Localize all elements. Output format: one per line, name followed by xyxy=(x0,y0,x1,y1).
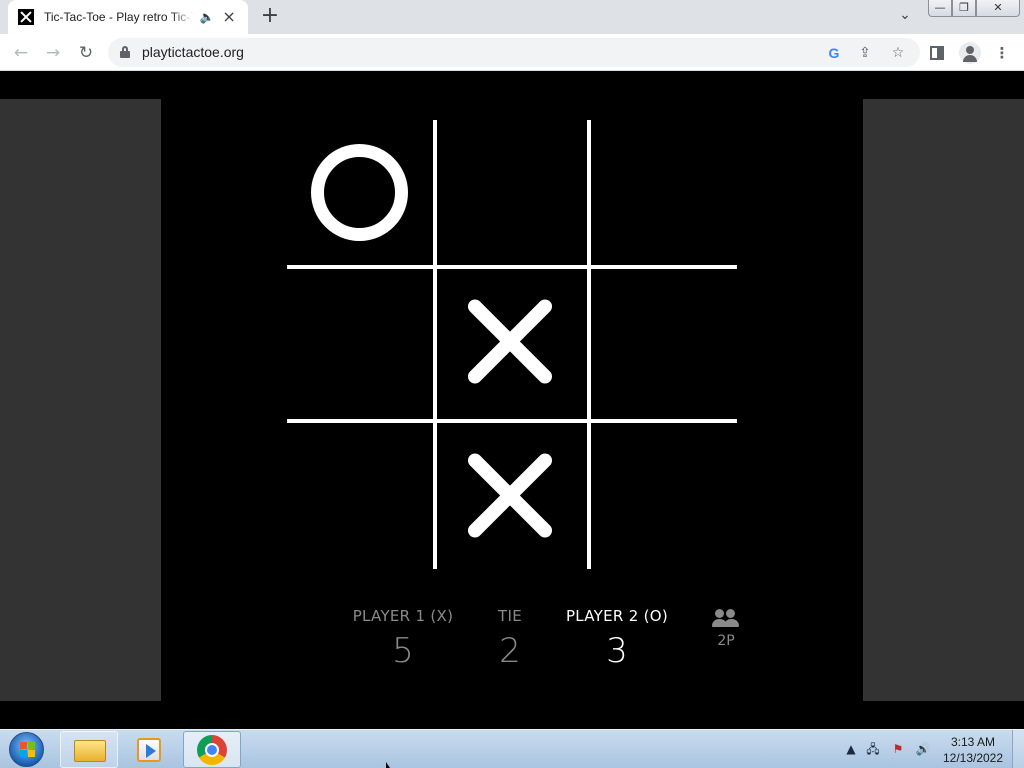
restore-button[interactable]: ❐ xyxy=(952,0,976,17)
board-cell-0-0[interactable] xyxy=(287,120,432,265)
tic-tac-toe-favicon-icon xyxy=(18,9,34,25)
volume-icon[interactable]: 🔊 xyxy=(914,740,932,758)
player1-value: 5 xyxy=(392,631,414,671)
speaker-icon[interactable]: 🔈 xyxy=(198,10,216,24)
folder-icon xyxy=(74,740,106,762)
game-page: PLAYER 1 (X) 5 TIE 2 PLAYER 2 (O) 3 2P xyxy=(0,71,1024,729)
player1-score[interactable]: PLAYER 1 (X) 5 xyxy=(350,607,456,671)
windows-taskbar: ▲ 🖧 ⚑ 🔊 3:13 AM 12/13/2022 xyxy=(0,729,1024,768)
tie-value: 2 xyxy=(499,631,521,671)
board-cell-2-2[interactable] xyxy=(591,423,736,568)
network-icon[interactable]: 🖧 xyxy=(864,740,882,758)
windows-orb-icon[interactable] xyxy=(9,732,44,767)
side-panel-icon[interactable] xyxy=(926,42,948,64)
x-mark-icon xyxy=(459,291,560,392)
taskbar-file-explorer[interactable] xyxy=(60,731,118,768)
tic-tac-toe-board xyxy=(287,120,737,569)
tie-label: TIE xyxy=(498,607,522,625)
board-cell-0-1[interactable] xyxy=(437,120,582,265)
minimize-button[interactable]: — xyxy=(928,0,952,17)
x-mark-icon xyxy=(459,445,560,546)
clock-date: 12/13/2022 xyxy=(942,751,1004,765)
start-button[interactable] xyxy=(4,731,50,768)
player2-label: PLAYER 2 (O) xyxy=(565,607,669,625)
media-player-icon xyxy=(137,738,161,762)
game-mode-label[interactable]: 2P xyxy=(708,633,744,649)
close-window-button[interactable]: ✕ xyxy=(976,0,1020,17)
action-center-flag-icon[interactable]: ⚑ xyxy=(889,740,907,758)
tab-search-chevron-icon[interactable]: ⌄ xyxy=(894,7,916,27)
address-bar[interactable]: playtictactoe.org G ⇪ ☆ xyxy=(108,38,920,67)
tab-title: Tic-Tac-Toe - Play retro Tic-Tac-Toe onl… xyxy=(44,10,195,24)
two-players-icon[interactable] xyxy=(712,607,740,629)
chrome-icon xyxy=(197,735,227,765)
player2-score[interactable]: PLAYER 2 (O) 3 xyxy=(562,607,672,671)
board-cell-1-2[interactable] xyxy=(591,269,736,414)
board-cell-2-0[interactable] xyxy=(287,423,432,568)
reload-icon[interactable]: ↻ xyxy=(73,40,99,66)
browser-toolbar: ← → ↻ playtictactoe.org G ⇪ ☆ ⋮ xyxy=(0,34,1024,71)
o-mark-icon xyxy=(311,144,408,241)
game-mode-toggle[interactable]: 2P xyxy=(708,607,744,649)
player2-value: 3 xyxy=(606,631,628,671)
lock-icon[interactable] xyxy=(120,46,130,58)
board-cell-1-0[interactable] xyxy=(287,269,432,414)
forward-arrow-icon[interactable]: → xyxy=(40,40,66,66)
mouse-cursor-icon xyxy=(386,762,390,768)
window-controls: — ❐ ✕ xyxy=(928,0,1020,17)
tie-score: TIE 2 xyxy=(490,607,530,671)
menu-kebab-icon[interactable]: ⋮ xyxy=(991,42,1013,64)
clock-time: 3:13 AM xyxy=(950,735,996,749)
board-cell-2-1[interactable] xyxy=(437,423,582,568)
back-arrow-icon[interactable]: ← xyxy=(8,40,34,66)
share-icon[interactable]: ⇪ xyxy=(855,43,875,63)
show-hidden-icons-icon[interactable]: ▲ xyxy=(842,740,860,758)
clock[interactable]: 3:13 AM 12/13/2022 xyxy=(940,734,1006,766)
player1-label: PLAYER 1 (X) xyxy=(352,607,454,625)
new-tab-button[interactable]: + xyxy=(258,5,282,29)
scoreboard: PLAYER 1 (X) 5 TIE 2 PLAYER 2 (O) 3 2P xyxy=(0,607,1024,687)
bookmark-star-icon[interactable]: ☆ xyxy=(888,43,908,63)
close-tab-icon[interactable]: × xyxy=(220,9,238,25)
taskbar-chrome[interactable] xyxy=(183,731,241,768)
profile-avatar-icon[interactable] xyxy=(959,42,981,64)
board-cell-1-1[interactable] xyxy=(437,269,582,414)
browser-tab[interactable]: Tic-Tac-Toe - Play retro Tic-Tac-Toe onl… xyxy=(8,0,248,34)
show-desktop-button[interactable] xyxy=(1012,730,1024,768)
board-cell-0-2[interactable] xyxy=(591,120,736,265)
url-text[interactable]: playtictactoe.org xyxy=(142,44,244,60)
google-translate-icon[interactable]: G xyxy=(824,43,844,63)
taskbar-media-player[interactable] xyxy=(121,731,179,768)
browser-tab-strip: Tic-Tac-Toe - Play retro Tic-Tac-Toe onl… xyxy=(0,0,1024,34)
